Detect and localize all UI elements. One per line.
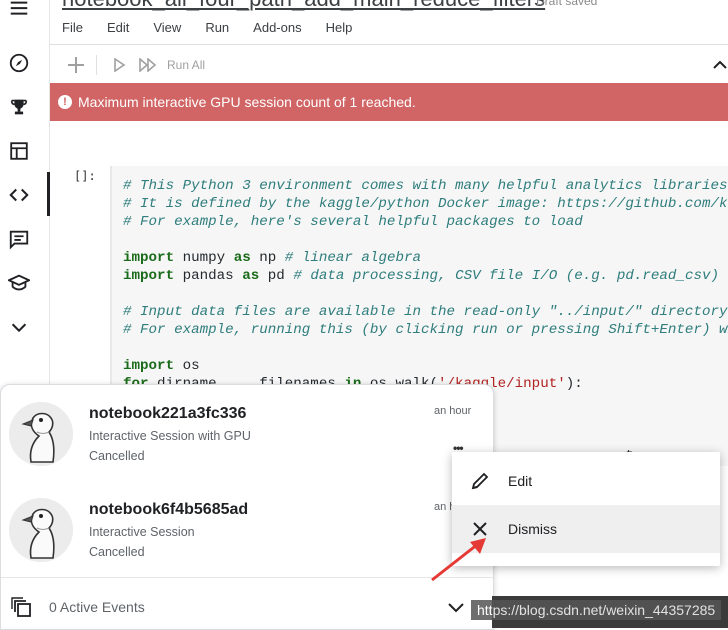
chevron-down-icon[interactable] [6, 314, 32, 340]
alert-icon: ! [58, 95, 72, 109]
chevron-down-icon[interactable] [447, 601, 465, 615]
session-time: an hour [434, 405, 472, 417]
add-cell-button[interactable] [62, 52, 90, 78]
run-all-button[interactable]: Run All [167, 58, 205, 72]
discussion-icon[interactable] [6, 226, 32, 252]
session-avatar [9, 498, 73, 562]
session-name[interactable]: notebook6f4b5685ad [89, 501, 248, 519]
watermark: https://blog.csdn.net/weixin_44357285 [471, 600, 722, 620]
cell-prompt: []: [74, 169, 96, 183]
code-line: # This Python 3 environment comes with m… [123, 178, 728, 194]
menu-file[interactable]: File [62, 20, 83, 35]
edit-label: Edit [508, 473, 533, 489]
banner-message: Maximum interactive GPU session count of… [78, 94, 416, 110]
code-line: import numpy as np # linear algebra [123, 250, 422, 266]
school-icon[interactable] [6, 270, 32, 296]
run-all-icon-button[interactable] [133, 52, 163, 78]
menu-edit[interactable]: Edit [107, 20, 129, 35]
dismiss-menu-item[interactable]: Dismiss [452, 505, 720, 553]
annotation-arrow [431, 538, 486, 582]
session-avatar [9, 402, 73, 466]
session-type: Interactive Session with GPU [89, 429, 251, 443]
goose-icon [9, 498, 73, 562]
panel-divider [1, 577, 493, 578]
active-events-label: 0 Active Events [49, 599, 145, 615]
code-line: # It is defined by the kaggle/python Doc… [123, 196, 728, 212]
table-icon[interactable] [6, 138, 32, 164]
dismiss-label: Dismiss [508, 521, 557, 537]
menu-divider [50, 44, 728, 45]
edit-menu-item[interactable]: Edit [452, 457, 720, 505]
compass-icon[interactable] [6, 50, 32, 76]
run-cell-button[interactable] [105, 52, 133, 78]
layers-icon [11, 597, 31, 617]
code-line: # For example, here's several helpful pa… [123, 214, 583, 230]
notifications-panel: notebook221a3fc336 Interactive Session w… [0, 384, 494, 630]
toolbar: Run All [62, 52, 205, 78]
menu-help[interactable]: Help [326, 20, 353, 35]
menu-bar: File Edit View Run Add-ons Help [62, 20, 376, 35]
error-banner: ! Maximum interactive GPU session count … [50, 83, 728, 121]
menu-addons[interactable]: Add-ons [253, 20, 301, 35]
trophy-icon[interactable] [6, 94, 32, 120]
goose-icon [9, 402, 73, 466]
active-nav-indicator [47, 172, 50, 216]
pencil-icon [471, 472, 489, 490]
session-status: Cancelled [89, 449, 145, 463]
chevron-up-icon[interactable] [712, 56, 728, 74]
play-icon [114, 58, 126, 72]
menu-run[interactable]: Run [205, 20, 229, 35]
notebook-title[interactable]: notebook_all_four_path_add_main_reduce_f… [62, 0, 545, 12]
fast-forward-icon [139, 58, 157, 72]
menu-view[interactable]: View [153, 20, 181, 35]
session-context-menu: Edit Dismiss [452, 452, 720, 566]
code-line: # For example, running this (by clicking… [123, 322, 728, 338]
code-line: import os [123, 358, 200, 374]
menu-icon[interactable] [6, 0, 32, 22]
toolbar-divider [96, 55, 97, 75]
session-status: Cancelled [89, 545, 145, 559]
code-icon[interactable] [6, 182, 32, 208]
session-name[interactable]: notebook221a3fc336 [89, 405, 246, 423]
code-line: # Input data files are available in the … [123, 304, 728, 320]
session-type: Interactive Session [89, 525, 195, 539]
code-line: import pandas as pd # data processing, C… [123, 268, 720, 284]
save-status: Draft saved [536, 0, 598, 8]
plus-icon [68, 57, 84, 73]
